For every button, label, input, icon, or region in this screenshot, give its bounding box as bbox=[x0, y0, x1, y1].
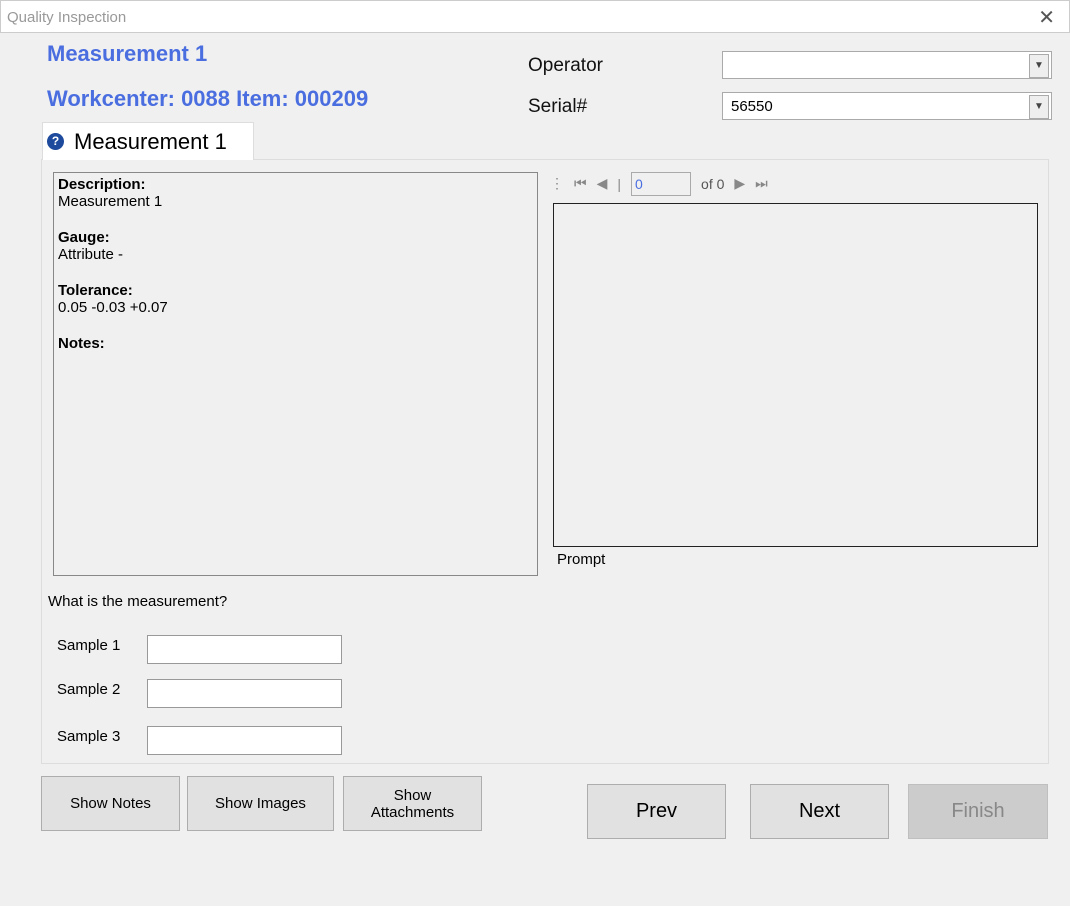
previous-icon[interactable]: ◀ bbox=[597, 175, 608, 192]
grip-icon: ⋮ bbox=[550, 175, 564, 191]
window-title: Quality Inspection bbox=[7, 9, 127, 26]
sample-3-input[interactable] bbox=[147, 726, 342, 755]
prev-button[interactable]: Prev bbox=[587, 784, 726, 839]
serial-value: 56550 bbox=[731, 98, 773, 115]
first-icon[interactable]: ⏮ bbox=[574, 175, 587, 192]
prompt-label: Prompt bbox=[557, 551, 606, 568]
description-label: Description: bbox=[58, 176, 146, 193]
description-value: Measurement 1 bbox=[58, 193, 163, 210]
tolerance-value: 0.05 -0.03 +0.07 bbox=[58, 299, 168, 316]
chevron-down-icon[interactable]: ▼ bbox=[1029, 95, 1049, 119]
sample-2-input[interactable] bbox=[147, 679, 342, 708]
gauge-label: Gauge: bbox=[58, 229, 110, 246]
prompt-image-area bbox=[553, 203, 1038, 547]
workcenter-item-title: Workcenter: 0088 Item: 000209 bbox=[47, 86, 369, 111]
last-icon[interactable]: ⏭ bbox=[755, 175, 768, 192]
show-images-button[interactable]: Show Images bbox=[187, 776, 334, 831]
sample-1-input[interactable] bbox=[147, 635, 342, 664]
tab-measurement-1[interactable]: ? Measurement 1 bbox=[42, 122, 254, 160]
help-icon: ? bbox=[47, 133, 64, 150]
show-attachments-button[interactable]: Show Attachments bbox=[343, 776, 482, 831]
question-label: What is the measurement? bbox=[48, 593, 228, 610]
serial-select[interactable]: 56550 ▼ bbox=[722, 92, 1052, 120]
finish-button[interactable]: Finish bbox=[908, 784, 1048, 839]
tab-label: Measurement 1 bbox=[74, 129, 227, 154]
serial-label: Serial# bbox=[528, 96, 588, 117]
position-input[interactable]: 0 bbox=[631, 171, 692, 196]
notes-label: Notes: bbox=[58, 335, 105, 352]
measurement-title: Measurement 1 bbox=[47, 41, 208, 66]
sample-1-label: Sample 1 bbox=[57, 637, 121, 654]
sample-3-label: Sample 3 bbox=[57, 728, 121, 745]
measurement-info: Description: Measurement 1 Gauge: Attribut… bbox=[53, 172, 538, 576]
show-notes-button[interactable]: Show Notes bbox=[41, 776, 180, 831]
next-button[interactable]: Next bbox=[750, 784, 889, 839]
next-icon[interactable]: ▶ bbox=[734, 175, 745, 192]
tolerance-label: Tolerance: bbox=[58, 282, 133, 299]
sample-2-label: Sample 2 bbox=[57, 681, 121, 698]
count-label: of 0 bbox=[701, 175, 725, 192]
chevron-down-icon[interactable]: ▼ bbox=[1029, 54, 1049, 78]
title-bar: Quality Inspection ✕ bbox=[0, 0, 1070, 33]
operator-label: Operator bbox=[528, 55, 603, 76]
gauge-value: Attribute - bbox=[58, 246, 124, 263]
image-navigator: ⋮ ⏮ ◀ | 0 of 0 ▶ ⏭ bbox=[550, 170, 802, 197]
operator-select[interactable]: ▼ bbox=[722, 51, 1052, 79]
separator: | bbox=[617, 175, 622, 192]
close-icon[interactable]: ✕ bbox=[1038, 5, 1055, 30]
